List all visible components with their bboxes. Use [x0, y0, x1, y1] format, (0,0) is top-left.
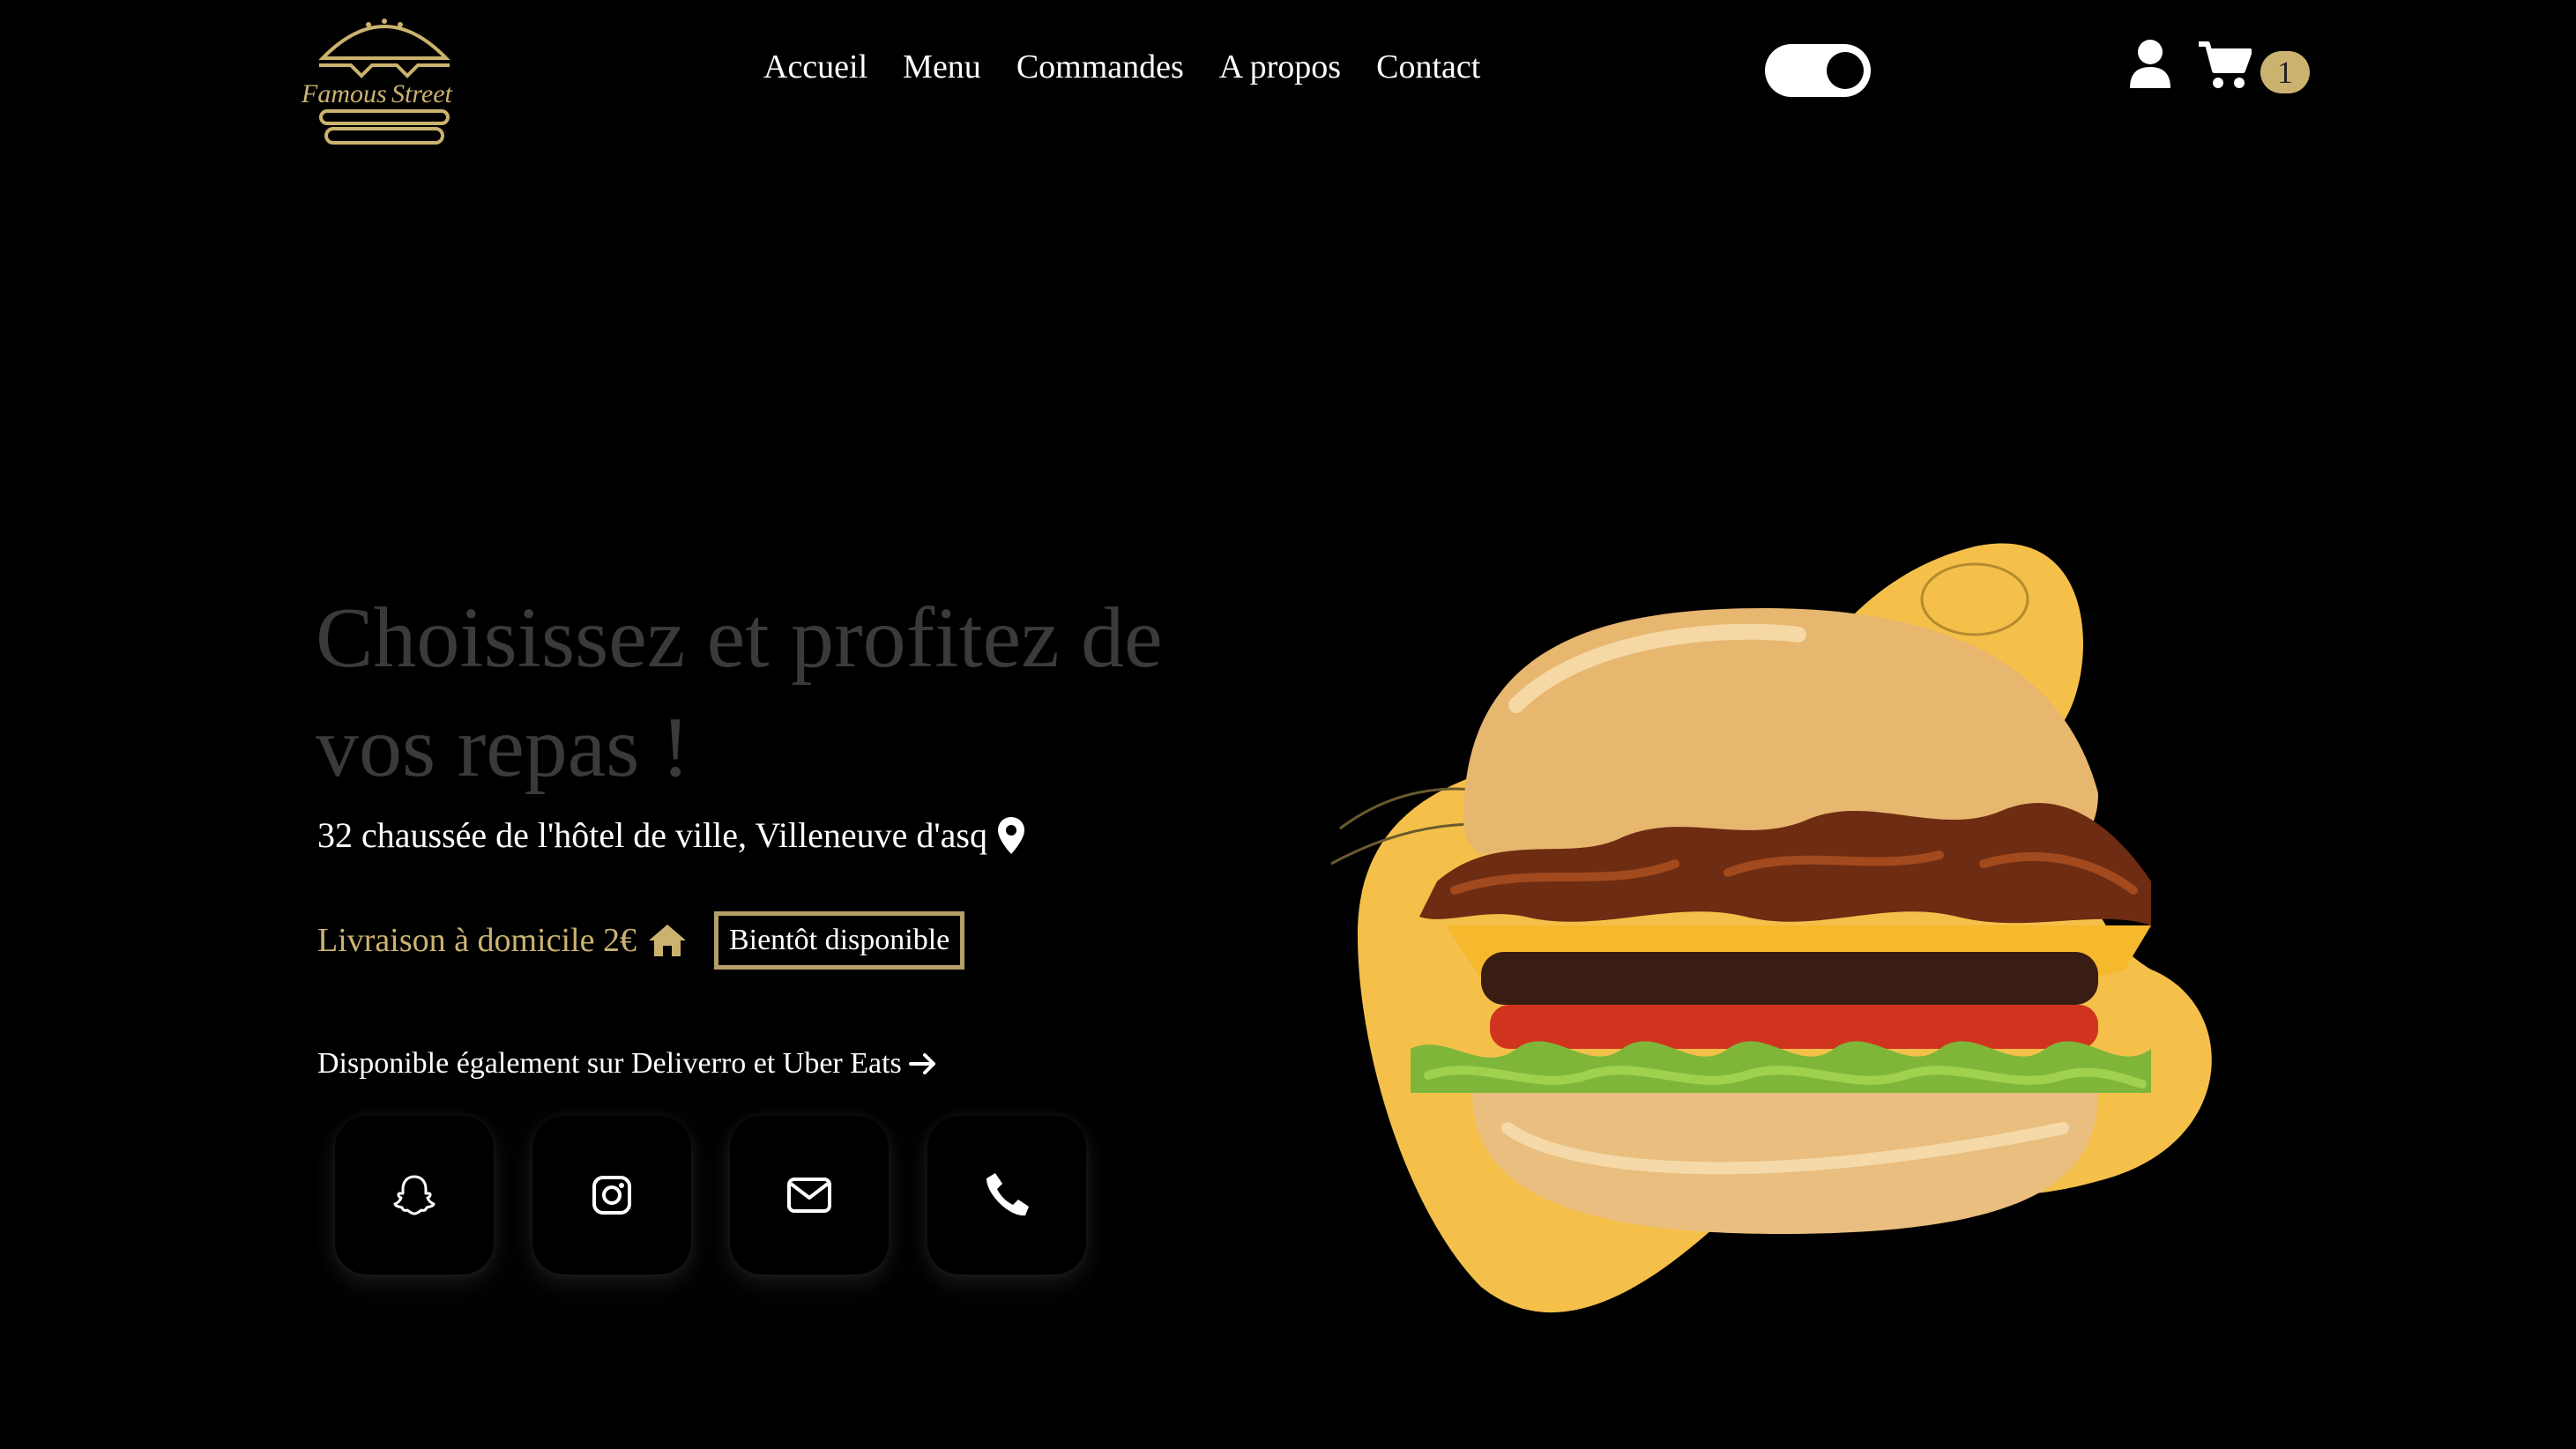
- address-text: 32 chaussée de l'hôtel de ville, Villene…: [317, 815, 987, 855]
- location-pin-icon: [997, 816, 1024, 854]
- delivery-row: Livraison à domicile 2€ Bientôt disponib…: [317, 911, 965, 970]
- instagram-button[interactable]: [532, 1116, 691, 1274]
- coming-soon-badge: Bientôt disponible: [713, 911, 965, 970]
- brand-logo[interactable]: Famous Street: [298, 4, 471, 148]
- mail-button[interactable]: [730, 1116, 889, 1274]
- theme-toggle[interactable]: [1765, 44, 1871, 97]
- also-available-text: Disponible également sur Deliverro et Ub…: [317, 1047, 902, 1080]
- logo-text-street: Street: [391, 79, 453, 108]
- bun-top-shape: [318, 25, 450, 60]
- user-icon[interactable]: [2128, 39, 2172, 90]
- nav-link-contact[interactable]: Contact: [1376, 44, 1480, 90]
- nav-link-accueil[interactable]: Accueil: [763, 44, 867, 90]
- nav-link-commandes[interactable]: Commandes: [1016, 44, 1184, 90]
- main-nav: Accueil Menu Commandes A propos Contact: [763, 44, 1515, 90]
- cart-icon[interactable]: [2199, 39, 2252, 90]
- address-row: 32 chaussée de l'hôtel de ville, Villene…: [317, 814, 1024, 856]
- mail-icon: [787, 1178, 831, 1213]
- snapchat-icon: [393, 1175, 436, 1215]
- nav-link-a-propos[interactable]: A propos: [1219, 44, 1341, 90]
- delivery-text: Livraison à domicile 2€: [317, 922, 637, 959]
- hero-headline: Choisissez et profitez de vos repas !: [316, 591, 1163, 795]
- snapchat-button[interactable]: [335, 1116, 494, 1274]
- cart-count-badge[interactable]: 1: [2260, 51, 2310, 93]
- toggle-knob: [1827, 52, 1864, 89]
- phone-button[interactable]: [927, 1116, 1086, 1274]
- instagram-icon: [592, 1176, 631, 1215]
- phone-icon: [986, 1173, 1029, 1216]
- delivery-platforms-link[interactable]: Disponible également sur Deliverro et Ub…: [317, 1047, 937, 1081]
- burger-illustration: [1330, 543, 2212, 1313]
- social-buttons: [335, 1116, 1125, 1274]
- home-icon: [648, 925, 686, 956]
- arrow-right-icon: [908, 1053, 935, 1074]
- nav-link-menu[interactable]: Menu: [903, 44, 981, 90]
- logo-text-famous: Famous: [301, 79, 387, 108]
